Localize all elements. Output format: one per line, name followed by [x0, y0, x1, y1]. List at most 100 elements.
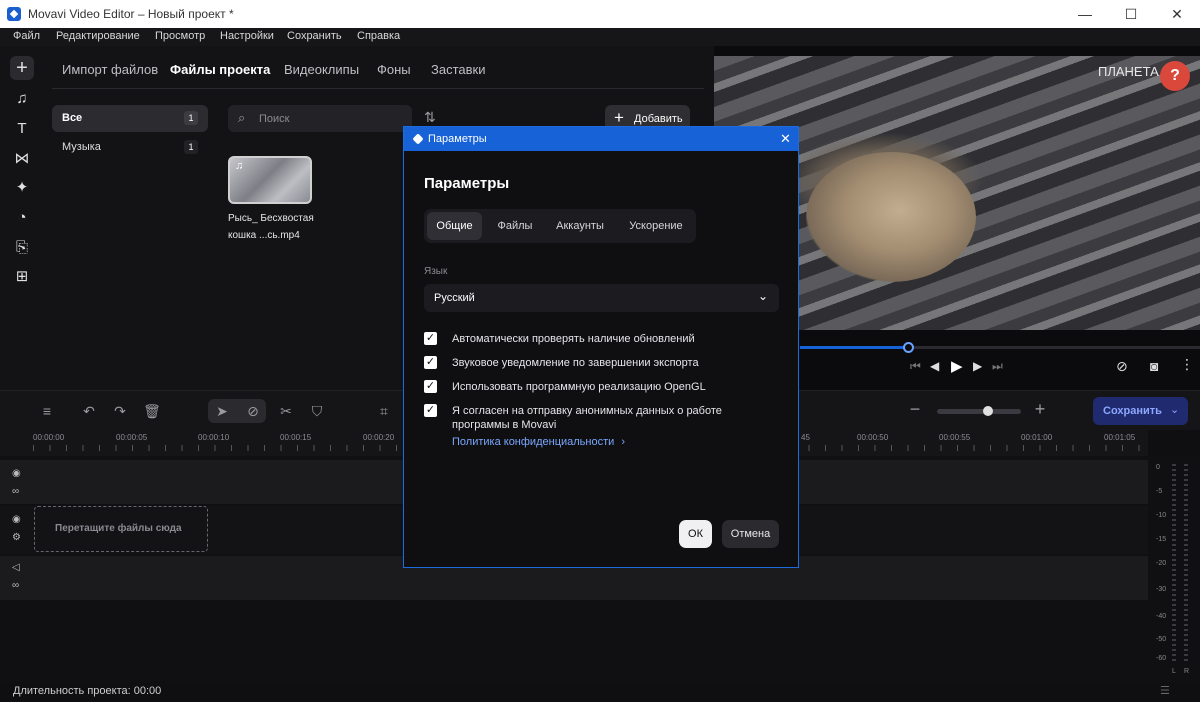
zoom-slider[interactable] — [937, 406, 1021, 416]
more-tools-icon[interactable]: ⊞ — [10, 265, 34, 289]
zoom-in-icon[interactable]: + — [1031, 399, 1049, 420]
menu-save[interactable]: Сохранить — [287, 30, 342, 42]
meter-label: 0 — [1156, 464, 1160, 471]
tab-import[interactable]: Импорт файлов — [62, 62, 158, 77]
zoom-out-icon[interactable]: − — [906, 399, 924, 420]
ruler-label: 00:00:20 — [363, 433, 395, 442]
ruler-label: 00:00:05 — [116, 433, 148, 442]
drop-hint: Перетащите файлы сюда — [55, 523, 182, 534]
undo-icon[interactable]: ↶ — [80, 403, 98, 420]
media-thumbnail[interactable]: ♫ — [228, 156, 312, 204]
eye-icon[interactable]: ◉ — [12, 514, 21, 525]
add-track-icon[interactable]: ≡ — [38, 403, 56, 419]
meter-bar-right — [1184, 464, 1188, 664]
effects-wand-icon[interactable]: ✦ — [10, 176, 34, 200]
tab-videoclips[interactable]: Видеоклипы — [284, 62, 359, 77]
menu-edit[interactable]: Редактирование — [56, 30, 140, 42]
skip-end-icon[interactable]: ⏭ — [992, 359, 1003, 374]
play-icon[interactable]: ▶ — [951, 357, 963, 375]
zoom-slider-handle[interactable] — [983, 406, 993, 416]
status-bar: Длительность проекта: 00:00 ☰ — [0, 682, 1200, 702]
maximize-button[interactable]: ☐ — [1108, 0, 1154, 28]
language-label: Язык — [424, 266, 448, 277]
transitions-icon[interactable]: ⋈ — [10, 147, 34, 171]
category-music[interactable]: Музыка 1 — [52, 135, 208, 159]
cancel-button[interactable]: Отмена — [722, 520, 779, 548]
tab-files[interactable]: Файлы — [490, 212, 540, 240]
close-window-button[interactable]: ✕ — [1154, 0, 1200, 28]
snapshot-camera-icon[interactable]: ◙ — [1150, 358, 1158, 374]
tab-backgrounds[interactable]: Фоны — [377, 62, 411, 77]
checkbox-anonymous-data[interactable]: ✓ — [424, 404, 437, 417]
preview-scrubber[interactable] — [800, 342, 1200, 353]
minimize-button[interactable]: — — [1062, 0, 1108, 28]
ruler-label: 00:01:00 — [1021, 433, 1053, 442]
prev-frame-icon[interactable]: ◀ — [930, 359, 939, 373]
import-plus-icon[interactable]: + — [10, 56, 34, 80]
more-options-icon[interactable]: ⋮ — [1180, 356, 1194, 373]
tab-project-files[interactable]: Файлы проекта — [170, 62, 270, 77]
save-export-button[interactable]: Сохранить ⌄ — [1093, 397, 1188, 425]
eye-icon[interactable]: ◉ — [12, 468, 21, 479]
chevron-right-icon: › — [621, 436, 626, 448]
scrubber-handle[interactable] — [903, 342, 914, 353]
skip-start-icon[interactable]: ⏮ — [910, 359, 921, 374]
link-icon[interactable]: ∞ — [12, 486, 19, 497]
titles-icon[interactable]: T — [10, 117, 34, 141]
checkbox-export-sound[interactable]: ✓ — [424, 356, 437, 369]
ruler-label: 00:00:15 — [280, 433, 312, 442]
menu-view[interactable]: Просмотр — [155, 30, 205, 42]
tools-sidebar: + ♫ T ⋈ ✦ ◔ ⎘ ⊞ — [0, 46, 44, 390]
tab-intros[interactable]: Заставки — [431, 62, 485, 77]
tab-accounts[interactable]: Аккаунты — [549, 212, 611, 240]
select-cursor-icon[interactable]: ➤ — [213, 403, 231, 420]
redo-icon[interactable]: ↷ — [111, 403, 129, 420]
tab-acceleration[interactable]: Ускорение — [620, 212, 692, 240]
chevron-down-icon: ⌄ — [1170, 404, 1180, 416]
stickers-icon[interactable]: ◔ — [10, 206, 34, 230]
music-icon[interactable]: ♫ — [10, 87, 34, 111]
meter-label: -10 — [1156, 512, 1167, 519]
cut-scissors-icon[interactable]: ✂ — [277, 403, 295, 420]
sort-icon[interactable]: ⇅ — [424, 109, 436, 126]
ok-button[interactable]: ОК — [679, 520, 712, 548]
option-anonymous-data-label: Я согласен на отправку анонимных данных … — [452, 405, 722, 431]
settings-dialog: Параметры ✕ Параметры Общие Файлы Аккаун… — [403, 126, 799, 568]
language-select[interactable]: Русский ⌄ — [424, 284, 779, 312]
delete-icon[interactable]: 🗑 — [143, 403, 161, 420]
media-filename-line2: кошка ...сь.mp4 — [228, 230, 300, 241]
meter-label: -20 — [1156, 560, 1167, 567]
settings-grid-icon[interactable]: ☰ — [1160, 684, 1170, 697]
checkbox-opengl[interactable]: ✓ — [424, 380, 437, 393]
disable-icon[interactable]: ⊘ — [244, 403, 262, 420]
checkbox-updates[interactable]: ✓ — [424, 332, 437, 345]
category-all[interactable]: Все 1 — [52, 105, 208, 132]
crop-icon[interactable]: ⌗ — [375, 403, 393, 420]
add-label: Добавить — [634, 113, 683, 125]
scrubber-progress — [800, 346, 908, 349]
dialog-titlebar: Параметры ✕ — [404, 127, 798, 151]
track-settings-icon[interactable]: ⚙ — [12, 532, 21, 543]
drop-zone[interactable]: Перетащите файлы сюда — [34, 506, 208, 552]
help-button[interactable]: ? — [1160, 61, 1190, 91]
mute-icon[interactable]: ⊘ — [1116, 358, 1128, 375]
privacy-policy-label: Политика конфиденциальности — [452, 436, 615, 448]
save-export-label: Сохранить — [1103, 405, 1162, 417]
shield-icon[interactable]: ⛉ — [308, 403, 326, 420]
tab-general[interactable]: Общие — [427, 212, 482, 240]
ruler-label: 00:00:10 — [198, 433, 230, 442]
next-frame-icon[interactable]: ▶ — [973, 359, 982, 373]
menu-file[interactable]: Файл — [13, 30, 40, 42]
unlink-icon[interactable]: ∞ — [12, 580, 19, 591]
ruler-label: 00:00:50 — [857, 433, 889, 442]
menu-help[interactable]: Справка — [357, 30, 400, 42]
privacy-policy-link[interactable]: Политика конфиденциальности › — [452, 436, 625, 448]
speaker-icon[interactable]: ◁ — [12, 562, 20, 573]
category-all-count: 1 — [184, 111, 198, 125]
search-input[interactable]: ⌕ Поиск — [228, 105, 412, 132]
language-value: Русский — [434, 292, 475, 304]
menu-settings[interactable]: Настройки — [220, 30, 274, 42]
title-bar: Movavi Video Editor – Новый проект * — ☐… — [0, 0, 1200, 28]
export-bag-icon[interactable]: ⎘ — [10, 236, 34, 260]
dialog-close-icon[interactable]: ✕ — [780, 131, 791, 147]
